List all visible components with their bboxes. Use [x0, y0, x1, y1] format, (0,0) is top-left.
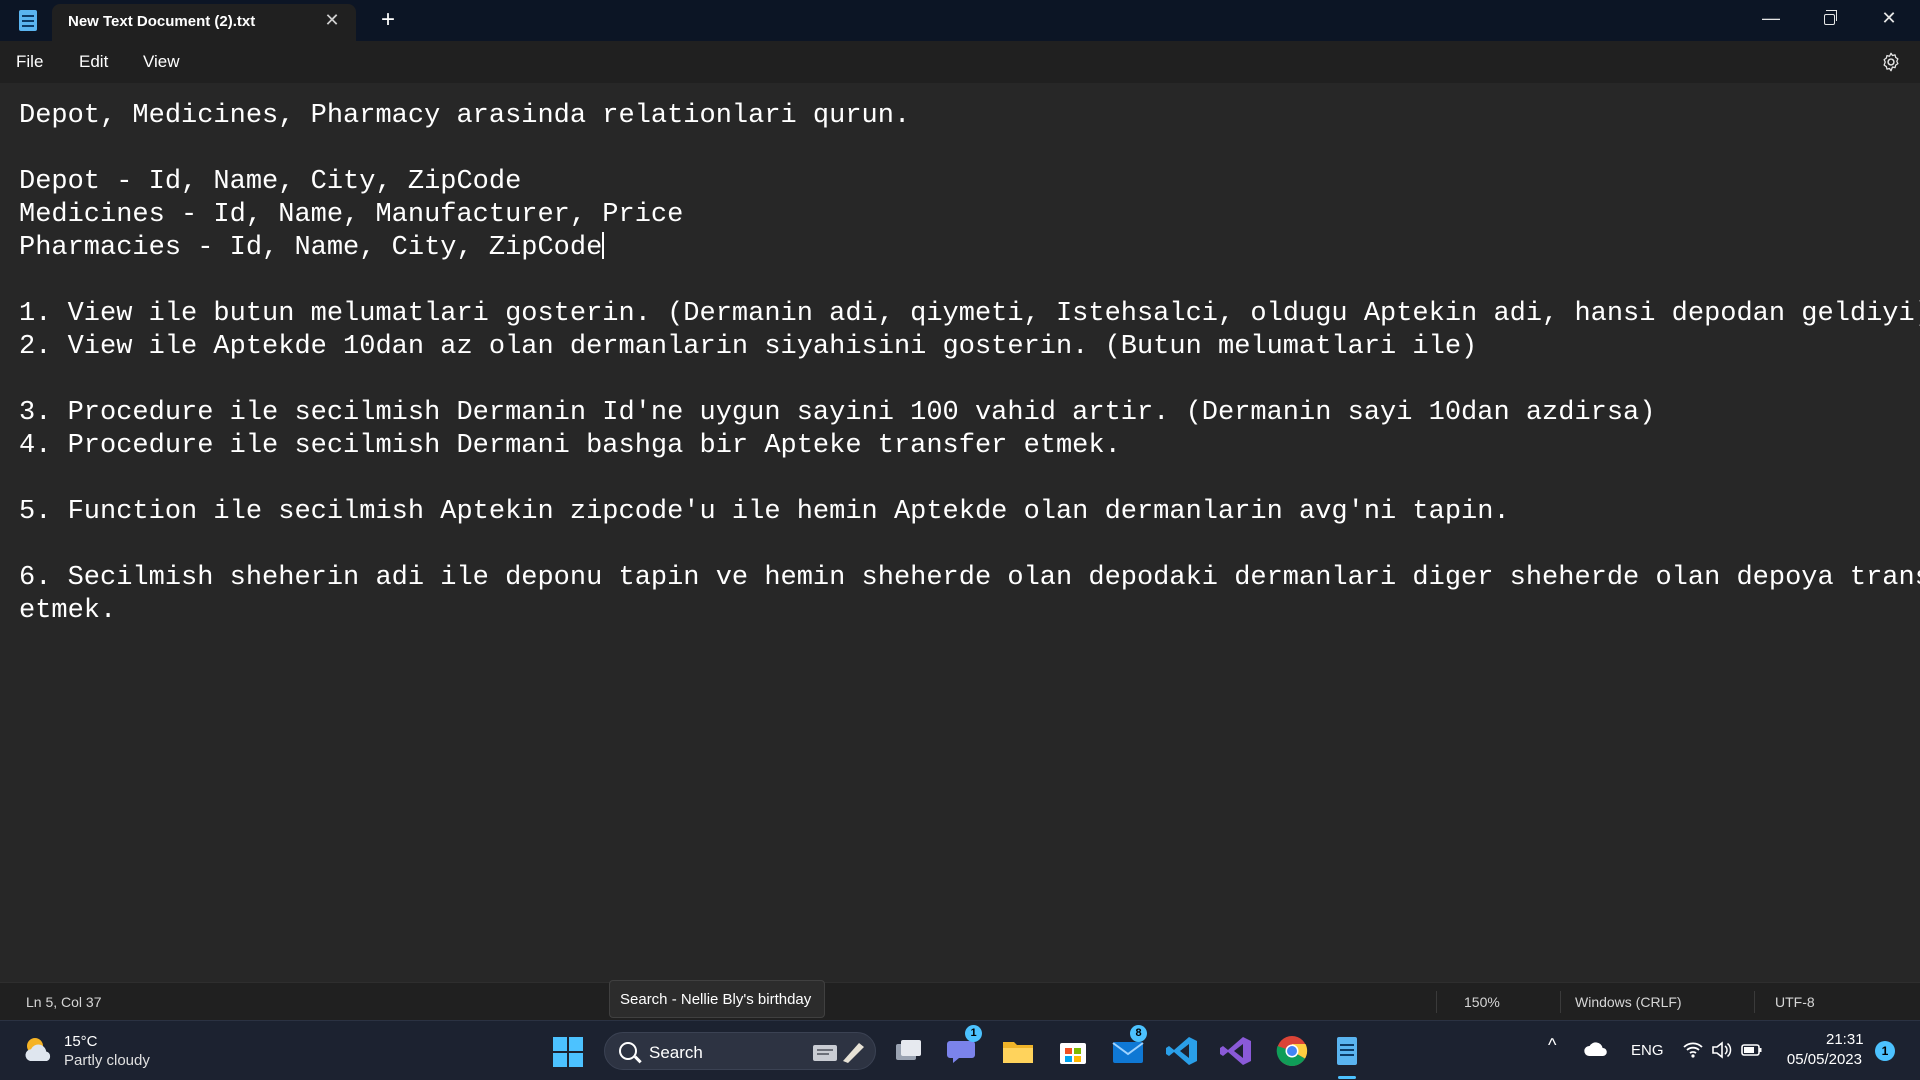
language-indicator[interactable]: ENG [1631, 1042, 1664, 1059]
status-divider [1560, 991, 1561, 1013]
restore-icon [1823, 10, 1837, 25]
editor-line-with-caret: Pharmacies - Id, Name, City, ZipCode [19, 232, 1920, 265]
notepad-icon [19, 10, 37, 31]
task-view-icon[interactable] [890, 1033, 926, 1069]
microsoft-store-icon[interactable] [1055, 1033, 1091, 1069]
start-button[interactable] [553, 1037, 583, 1067]
restore-button[interactable] [1800, 0, 1858, 41]
document-tab[interactable]: New Text Document (2).txt ✕ [52, 4, 356, 41]
taskbar: 15°C Partly cloudy Search 1 8 ^ ENG 21:3… [0, 1020, 1920, 1080]
partly-cloudy-icon[interactable] [22, 1034, 56, 1066]
minimize-button[interactable]: — [1742, 0, 1800, 41]
menu-view[interactable]: View [143, 52, 180, 72]
clock-date[interactable]: 05/05/2023 [1782, 1051, 1862, 1068]
cursor-position: Ln 5, Col 37 [26, 994, 102, 1010]
editor-line: ​ [19, 364, 1920, 397]
tooltip-text: Search - Nellie Bly's birthday [620, 991, 812, 1008]
search-label: Search [649, 1043, 703, 1062]
menu-file[interactable]: File [16, 52, 43, 72]
editor-line: ​ [19, 265, 1920, 298]
active-app-indicator [1338, 1076, 1356, 1079]
editor-line: 4. Procedure ile secilmish Dermani bashg… [19, 431, 1121, 461]
menu-bar: File Edit View [0, 41, 1920, 83]
editor-line: ​ [19, 133, 1920, 166]
status-divider [1436, 991, 1437, 1013]
search-highlight-icon [813, 1043, 864, 1063]
editor-content[interactable]: Depot, Medicines, Pharmacy arasinda rela… [19, 100, 1920, 628]
wifi-icon[interactable] [1682, 1039, 1704, 1061]
clock-time[interactable]: 21:31 [1826, 1031, 1864, 1048]
editor-line: ​ [19, 463, 1920, 496]
teams-badge: 1 [965, 1025, 982, 1042]
editor-line: 5. Function ile secilmish Aptekin zipcod… [19, 497, 1510, 527]
editor-line: 6. Secilmish sheherin adi ile deponu tap… [19, 563, 1920, 593]
editor-line: 3. Procedure ile secilmish Dermanin Id'n… [19, 398, 1656, 428]
status-divider [1754, 991, 1755, 1013]
editor-line: 1. View ile butun melumatlari gosterin. … [19, 299, 1920, 329]
editor-line: etmek. [19, 596, 117, 626]
editor-line: ​ [19, 529, 1920, 562]
chrome-icon[interactable] [1274, 1033, 1310, 1069]
volume-icon[interactable] [1710, 1039, 1732, 1061]
search-tooltip: Search - Nellie Bly's birthday [609, 980, 825, 1018]
line-ending[interactable]: Windows (CRLF) [1575, 994, 1682, 1010]
title-bar: New Text Document (2).txt ✕ + — ✕ [0, 0, 1920, 41]
encoding[interactable]: UTF-8 [1775, 994, 1815, 1010]
notification-badge[interactable]: 1 [1875, 1041, 1895, 1061]
visual-studio-icon[interactable] [1218, 1033, 1254, 1069]
status-bar: Ln 5, Col 37 150% Windows (CRLF) UTF-8 [0, 982, 1920, 1020]
tab-title: New Text Document (2).txt [68, 13, 256, 30]
weather-description: Partly cloudy [64, 1052, 150, 1069]
chevron-up-icon[interactable]: ^ [1548, 1035, 1556, 1056]
editor-line: Depot - Id, Name, City, ZipCode [19, 167, 522, 197]
windows-logo-icon [553, 1037, 567, 1051]
text-caret [602, 232, 605, 259]
vscode-icon[interactable] [1164, 1033, 1200, 1069]
text-editor[interactable]: Depot, Medicines, Pharmacy arasinda rela… [0, 83, 1920, 982]
editor-line: Depot, Medicines, Pharmacy arasinda rela… [19, 101, 911, 131]
new-tab-button[interactable]: + [376, 7, 400, 33]
onedrive-cloud-icon[interactable] [1582, 1037, 1610, 1061]
zoom-level[interactable]: 150% [1464, 994, 1500, 1010]
editor-line: 2. View ile Aptekde 10dan az olan derman… [19, 332, 1478, 362]
gear-icon[interactable] [1880, 51, 1902, 73]
close-window-button[interactable]: ✕ [1860, 0, 1918, 41]
battery-icon[interactable] [1740, 1039, 1764, 1061]
mail-badge: 8 [1130, 1025, 1147, 1042]
editor-line: Medicines - Id, Name, Manufacturer, Pric… [19, 200, 684, 230]
file-explorer-icon[interactable] [1000, 1033, 1036, 1069]
notepad-taskbar-icon[interactable] [1329, 1033, 1365, 1069]
search-icon [619, 1042, 637, 1060]
menu-edit[interactable]: Edit [79, 52, 108, 72]
taskbar-search[interactable]: Search [604, 1032, 876, 1070]
editor-line: Pharmacies - Id, Name, City, ZipCode [19, 233, 603, 263]
tab-close-icon[interactable]: ✕ [322, 10, 342, 31]
weather-temperature: 15°C [64, 1033, 98, 1050]
